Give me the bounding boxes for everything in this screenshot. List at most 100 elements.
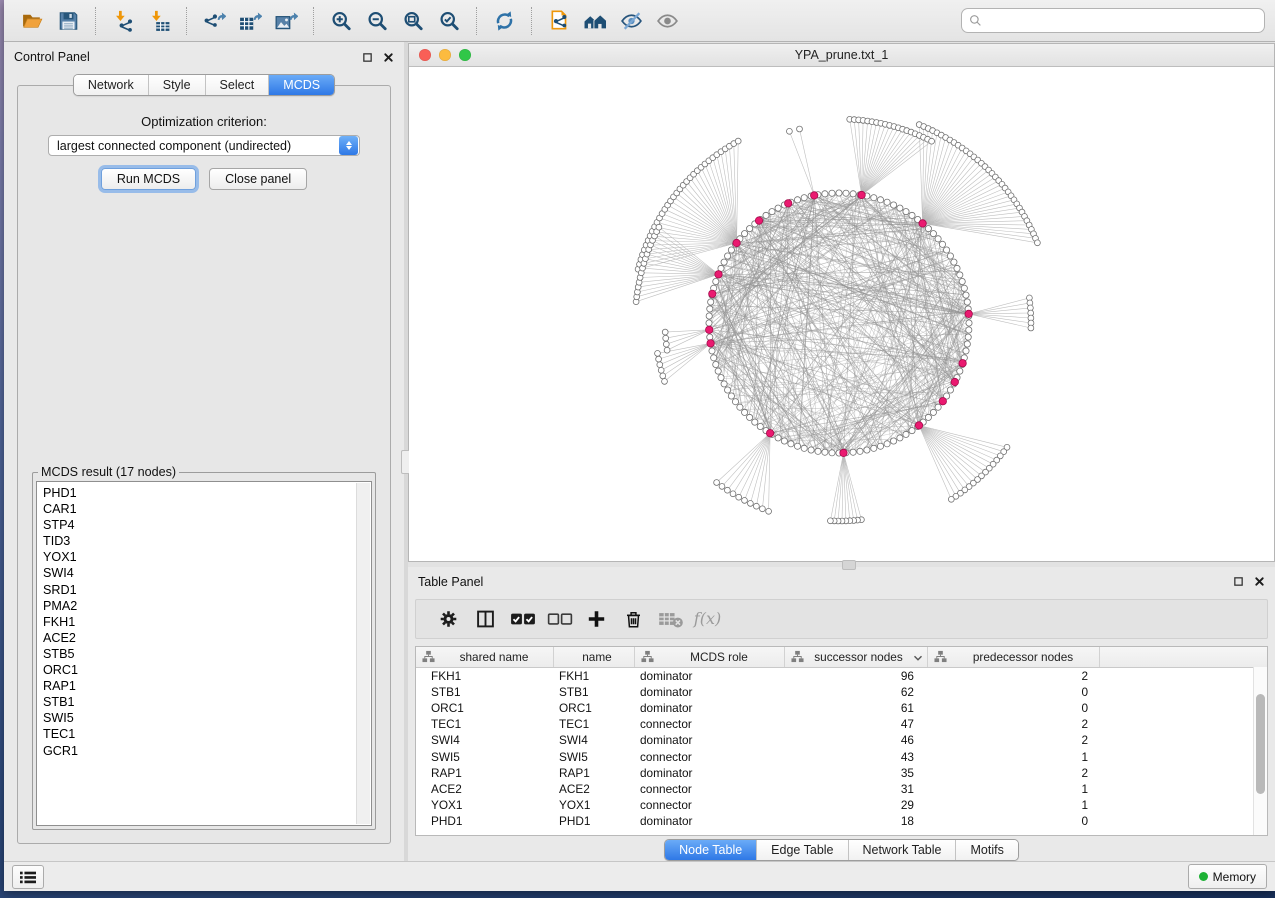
toolbar-zoom-fit-button[interactable]	[398, 6, 428, 36]
status-bar: Memory	[4, 861, 1275, 891]
mcds-result-item[interactable]: CAR1	[43, 501, 371, 517]
table-toolbar-delete-button[interactable]	[615, 604, 652, 634]
control-panel-header: Control Panel	[4, 46, 404, 68]
toolbar-import-table-button[interactable]	[144, 6, 174, 36]
toolbar-export-table-button[interactable]	[235, 6, 265, 36]
toolbar-zoom-out-button[interactable]	[362, 6, 392, 36]
toolbar-export-network-button[interactable]	[199, 6, 229, 36]
float-panel-icon[interactable]	[1233, 576, 1244, 587]
toolbar-zoom-in-button[interactable]	[326, 6, 356, 36]
criterion-label: Optimization criterion:	[32, 114, 376, 129]
control-panel: Control Panel NetworkStyleSelectMCDS Opt…	[4, 42, 404, 861]
network-canvas[interactable]	[409, 67, 1274, 561]
table-row-TEC1[interactable]: TEC1TEC1connector472	[416, 716, 1267, 732]
toolbar-zoom-selected-button[interactable]	[434, 6, 464, 36]
cell: 62	[785, 685, 928, 699]
close-panel-icon[interactable]	[1254, 576, 1265, 587]
tab-motifs[interactable]: Motifs	[956, 840, 1017, 860]
column-header-shared-name[interactable]: shared name	[416, 647, 554, 667]
mcds-result-list[interactable]: PHD1CAR1STP4TID3YOX1SWI4SRD1PMA2FKH1ACE2…	[36, 481, 372, 826]
toolbar-separator	[186, 7, 187, 35]
mcds-result-item[interactable]: STB1	[43, 694, 371, 710]
toolbar-import-network-button[interactable]	[108, 6, 138, 36]
cell: 43	[785, 750, 928, 764]
save-session-icon	[57, 10, 80, 32]
zoom-selected-icon	[438, 10, 461, 32]
mcds-result-item[interactable]: ORC1	[43, 662, 371, 678]
column-header-successor-nodes[interactable]: successor nodes	[785, 647, 928, 667]
toolbar-hide-graphics-details-button[interactable]	[616, 6, 646, 36]
tab-node-table[interactable]: Node Table	[665, 840, 757, 860]
table-toolbar-add-button[interactable]	[578, 604, 615, 634]
close-panel-button[interactable]: Close panel	[209, 168, 307, 190]
show-task-history-button[interactable]	[12, 865, 44, 889]
mcds-result-item[interactable]: STB5	[43, 646, 371, 662]
mcds-result-item[interactable]: ACE2	[43, 630, 371, 646]
toolbar-open-network-button[interactable]	[17, 6, 47, 36]
table-row-FKH1[interactable]: FKH1FKH1dominator962	[416, 668, 1267, 684]
cell: 0	[928, 814, 1100, 828]
splitter-grip-h[interactable]	[842, 560, 856, 570]
table-row-STB1[interactable]: STB1STB1dominator620	[416, 684, 1267, 700]
close-panel-icon[interactable]	[383, 52, 394, 63]
float-panel-icon[interactable]	[362, 52, 373, 63]
toolbar-open-session-file-button[interactable]	[544, 6, 574, 36]
mcds-result-item[interactable]: TEC1	[43, 726, 371, 742]
mcds-result-item[interactable]: TID3	[43, 533, 371, 549]
tab-network-table[interactable]: Network Table	[849, 840, 957, 860]
run-mcds-button[interactable]: Run MCDS	[101, 168, 196, 190]
mcds-result-item[interactable]: SWI5	[43, 710, 371, 726]
zoom-in-icon	[330, 10, 353, 32]
table-row-ACE2[interactable]: ACE2ACE2connector311	[416, 781, 1267, 797]
mcds-result-item[interactable]: SWI4	[43, 565, 371, 581]
table-toolbar-unselect-all-button[interactable]	[541, 604, 578, 634]
vertical-splitter[interactable]	[404, 42, 408, 861]
mcds-result-item[interactable]: RAP1	[43, 678, 371, 694]
table-row-SWI4[interactable]: SWI4SWI4dominator462	[416, 732, 1267, 748]
toolbar-refresh-button[interactable]	[489, 6, 519, 36]
network-graph[interactable]	[409, 67, 1274, 559]
cell: dominator	[635, 733, 785, 747]
select-stepper-icon	[339, 136, 358, 155]
toolbar-network-home-button[interactable]	[580, 6, 610, 36]
horizontal-splitter[interactable]	[408, 562, 1275, 567]
table-row-ORC1[interactable]: ORC1ORC1dominator610	[416, 700, 1267, 716]
column-header-predecessor-nodes[interactable]: predecessor nodes	[928, 647, 1100, 667]
cell: 1	[928, 782, 1100, 796]
table-header-row: shared namenameMCDS rolesuccessor nodesp…	[416, 647, 1267, 668]
table-scrollbar[interactable]	[1253, 667, 1267, 835]
toolbar-save-session-button[interactable]	[53, 6, 83, 36]
mcds-result-item[interactable]: PMA2	[43, 598, 371, 614]
memory-status-icon	[1199, 872, 1208, 881]
toolbar-export-image-button[interactable]	[271, 6, 301, 36]
import-table-icon	[148, 10, 171, 32]
table-row-SWI5[interactable]: SWI5SWI5connector431	[416, 748, 1267, 764]
mcds-result-item[interactable]: SRD1	[43, 582, 371, 598]
search-input[interactable]	[986, 13, 1258, 29]
tab-select[interactable]: Select	[206, 75, 270, 95]
column-header-name[interactable]: name	[554, 647, 635, 667]
list-scrollbar[interactable]	[356, 483, 370, 824]
scrollbar-thumb[interactable]	[1256, 694, 1265, 794]
mcds-result-item[interactable]: GCR1	[43, 743, 371, 759]
criterion-select[interactable]: largest connected component (undirected)	[48, 135, 360, 156]
table-row-YOX1[interactable]: YOX1YOX1connector291	[416, 797, 1267, 813]
memory-button[interactable]: Memory	[1188, 864, 1267, 889]
table-toolbar-show-columns-button[interactable]	[467, 604, 504, 634]
table-row-RAP1[interactable]: RAP1RAP1dominator352	[416, 765, 1267, 781]
mcds-result-item[interactable]: YOX1	[43, 549, 371, 565]
mcds-result-item[interactable]: PHD1	[43, 485, 371, 501]
column-header-MCDS-role[interactable]: MCDS role	[635, 647, 785, 667]
table-row-PHD1[interactable]: PHD1PHD1dominator180	[416, 813, 1267, 829]
tab-edge-table[interactable]: Edge Table	[757, 840, 848, 860]
tab-mcds[interactable]: MCDS	[269, 75, 334, 95]
cytoscape-window: Control Panel NetworkStyleSelectMCDS Opt…	[4, 0, 1275, 891]
mcds-result-item[interactable]: FKH1	[43, 614, 371, 630]
table-toolbar-settings-button[interactable]	[430, 604, 467, 634]
mcds-result-item[interactable]: STP4	[43, 517, 371, 533]
tab-network[interactable]: Network	[74, 75, 149, 95]
table-toolbar-select-all-button[interactable]	[504, 604, 541, 634]
cell: connector	[635, 798, 785, 812]
cell: 47	[785, 717, 928, 731]
tab-style[interactable]: Style	[149, 75, 206, 95]
